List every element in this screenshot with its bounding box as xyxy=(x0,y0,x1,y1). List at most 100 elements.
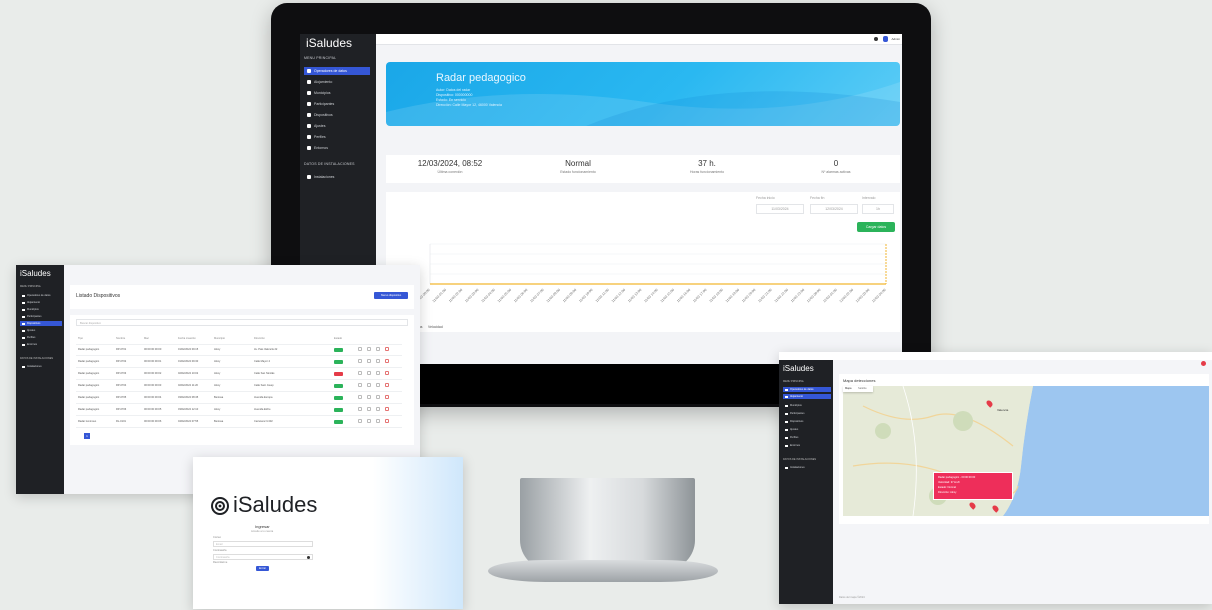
tab-satellite[interactable]: Satélite xyxy=(858,387,867,390)
hero-line: Estado: En servicio xyxy=(436,98,466,102)
table-row[interactable]: Radar pedagogico RP-0701 00:00:00:00:00 01/… xyxy=(76,344,402,356)
imac-stand-foot xyxy=(488,560,718,582)
sidebar-item-municipios[interactable]: Municipios xyxy=(20,307,62,312)
copy-icon[interactable] xyxy=(376,395,380,399)
search-input[interactable]: Buscar dispositivo xyxy=(76,319,408,326)
delete-icon[interactable] xyxy=(385,383,389,387)
delete-icon[interactable] xyxy=(385,407,389,411)
delete-icon[interactable] xyxy=(385,395,389,399)
x-tick-label: 11/03 10:00 xyxy=(578,288,593,303)
table-cell: 01/02/2024 09:15 xyxy=(178,348,199,351)
table-row[interactable]: Radar pedagogico RP-0705 00:00:00:00:04 03/… xyxy=(76,392,402,404)
delete-icon[interactable] xyxy=(385,359,389,363)
end-date-input[interactable]: 12/03/2024 xyxy=(810,204,858,214)
new-device-button[interactable]: Nuevo dispositivo xyxy=(374,292,408,299)
x-tick-label: 11/03 21:00 xyxy=(757,288,772,303)
sidebar-item-participantes[interactable]: Participantes xyxy=(783,411,831,416)
start-date-input[interactable]: 11/03/2024 xyxy=(756,204,804,214)
remember-label[interactable]: Recordarme xyxy=(213,561,227,564)
table-cell: 02/02/2024 10:02 xyxy=(178,372,199,375)
edit-icon[interactable] xyxy=(367,419,371,423)
sidebar-item-participantes[interactable]: Participantes xyxy=(304,100,370,108)
load-data-button[interactable]: Cargar datos xyxy=(857,222,895,232)
copy-icon[interactable] xyxy=(376,347,380,351)
settings-icon xyxy=(307,124,311,128)
devices-table: Buscar dispositivo Tipo Nombre Mac Fecha… xyxy=(70,315,414,445)
delete-icon[interactable] xyxy=(385,419,389,423)
table-row[interactable]: Radar pedagogico RP-0702 00:00:00:00:01 01/… xyxy=(76,356,402,368)
table-row[interactable]: Radar pedagogico RP-0703 00:00:00:00:02 02/… xyxy=(76,368,402,380)
submit-button[interactable]: Entrar xyxy=(256,566,269,571)
sidebar-item-municipios[interactable]: Municipios xyxy=(783,403,831,408)
sidebar-item-alojamiento[interactable]: Alojamiento xyxy=(783,394,831,399)
edit-icon[interactable] xyxy=(367,407,371,411)
edit-icon[interactable] xyxy=(367,347,371,351)
sidebar-item-operadores[interactable]: Operadores de datos xyxy=(783,387,831,392)
login-subtitle: Accede a tu cuenta xyxy=(251,530,274,533)
sidebar-item-entornos[interactable]: Entornos xyxy=(783,443,831,448)
copy-icon[interactable] xyxy=(376,371,380,375)
sidebar-item-municipios[interactable]: Municipios xyxy=(304,89,370,97)
sidebar-item-alojamiento[interactable]: Alojamiento xyxy=(20,300,62,305)
table-row[interactable]: Radar pedagogico RP-0706 00:00:00:00:05 03/… xyxy=(76,404,402,416)
view-icon[interactable] xyxy=(358,383,362,387)
sidebar-item-alojamiento[interactable]: Alojamiento xyxy=(304,78,370,86)
delete-icon[interactable] xyxy=(385,371,389,375)
x-tick-label: 11/03 02:00 xyxy=(448,288,463,303)
sidebar-item-instalaciones[interactable]: Instalaciones xyxy=(304,173,370,181)
notification-icon[interactable] xyxy=(1201,361,1206,366)
sidebar-item-perfiles[interactable]: Perfiles xyxy=(783,435,831,440)
view-icon[interactable] xyxy=(358,359,362,363)
bell-icon[interactable] xyxy=(874,37,878,41)
sidebar-item-entornos[interactable]: Entornos xyxy=(304,144,370,152)
email-field[interactable]: Email xyxy=(213,541,313,547)
edit-icon[interactable] xyxy=(367,359,371,363)
sidebar-item-dispositivos[interactable]: Dispositivos xyxy=(304,111,370,119)
x-tick-label: 11/03 20:00 xyxy=(741,288,756,303)
sidebar-item-instalaciones[interactable]: Instalaciones xyxy=(20,364,62,369)
pagination-page[interactable]: 1 xyxy=(84,433,90,439)
sidebar-item-ajustes[interactable]: Ajustes xyxy=(304,122,370,130)
map-panel: Mapa detecciones Mapa Satélite Valencia … xyxy=(839,374,1209,524)
delete-icon[interactable] xyxy=(385,347,389,351)
tab-map[interactable]: Mapa xyxy=(845,387,852,390)
view-icon[interactable] xyxy=(358,407,362,411)
legend-item: Velocidad xyxy=(428,325,443,329)
edit-icon[interactable] xyxy=(367,371,371,375)
edit-icon[interactable] xyxy=(367,383,371,387)
copy-icon[interactable] xyxy=(376,407,380,411)
table-cell: Alcoy xyxy=(214,408,221,411)
sidebar-item-operadores[interactable]: Operadores de datos xyxy=(304,67,370,75)
sidebar-item-ajustes[interactable]: Ajustes xyxy=(20,328,62,333)
table-cell: Calle San Nicolás xyxy=(254,372,275,375)
sidebar-item-dispositivos[interactable]: Dispositivos xyxy=(20,321,62,326)
eye-icon[interactable] xyxy=(307,556,310,559)
stat-last-connection: 12/03/2024, 08:52 Última conexión xyxy=(417,159,483,174)
sidebar-item-perfiles[interactable]: Perfiles xyxy=(20,335,62,340)
sidebar-item-participantes[interactable]: Participantes xyxy=(20,314,62,319)
copy-icon[interactable] xyxy=(376,359,380,363)
users-icon xyxy=(22,315,25,318)
table-row[interactable]: Radar luminoso RL-0101 00:00:00:00:06 04/02… xyxy=(76,416,402,428)
device-icon xyxy=(22,322,25,325)
view-icon[interactable] xyxy=(358,395,362,399)
edit-icon[interactable] xyxy=(367,395,371,399)
view-icon[interactable] xyxy=(358,419,362,423)
sidebar-item-entornos[interactable]: Entornos xyxy=(20,342,62,347)
view-icon[interactable] xyxy=(358,371,362,375)
copy-icon[interactable] xyxy=(376,419,380,423)
sidebar-item-ajustes[interactable]: Ajustes xyxy=(783,427,831,432)
interval-select[interactable]: 1h xyxy=(862,204,894,214)
password-field[interactable]: Contraseña xyxy=(213,554,313,560)
table-row[interactable]: Radar pedagogico RP-0704 00:00:00:00:03 02/… xyxy=(76,380,402,392)
sidebar-item-perfiles[interactable]: Perfiles xyxy=(304,133,370,141)
view-icon[interactable] xyxy=(358,347,362,351)
sidebar-item-dispositivos[interactable]: Dispositivos xyxy=(783,419,831,424)
map-canvas[interactable] xyxy=(843,386,1209,516)
x-tick-label: 11/03 06:00 xyxy=(513,288,528,303)
user-label[interactable]: Admin xyxy=(891,37,900,41)
avatar[interactable] xyxy=(883,36,888,42)
sidebar-item-instalaciones[interactable]: Instalaciones xyxy=(783,465,831,470)
copy-icon[interactable] xyxy=(376,383,380,387)
sidebar-item-operadores[interactable]: Operadores de datos xyxy=(20,293,62,298)
